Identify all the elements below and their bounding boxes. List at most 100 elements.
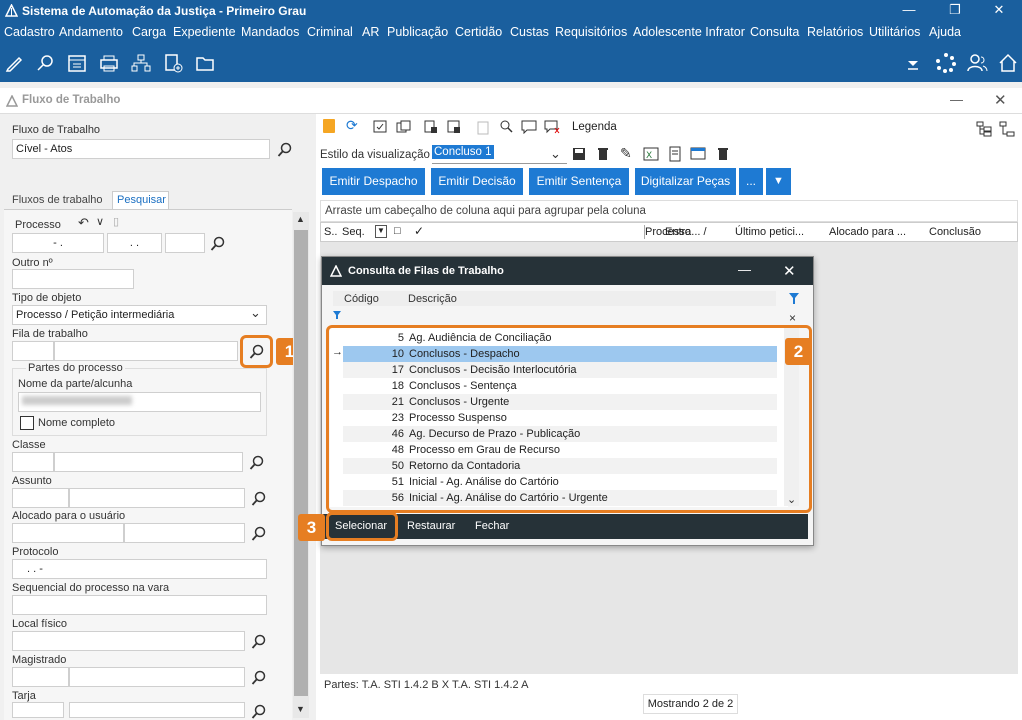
chevron-down-icon[interactable]: ∨: [96, 215, 104, 228]
menu-criminal[interactable]: Criminal: [307, 25, 353, 39]
processo-field-1[interactable]: - .: [12, 233, 104, 253]
magistrado-code-input[interactable]: [12, 667, 69, 687]
emitir-sentenca-button[interactable]: Emitir Sentença: [529, 168, 629, 195]
windows-icon[interactable]: [396, 120, 412, 134]
restore-button[interactable]: ❐: [932, 0, 978, 22]
processo-field-2[interactable]: . .: [107, 233, 162, 253]
classe-desc-input[interactable]: [54, 452, 243, 472]
tipo-select[interactable]: Processo / Petição intermediária: [12, 305, 267, 325]
menu-ajuda[interactable]: Ajuda: [929, 25, 961, 39]
menu-consulta[interactable]: Consulta: [750, 25, 799, 39]
organization-icon[interactable]: [130, 52, 152, 74]
menu-mandados[interactable]: Mandados: [241, 25, 299, 39]
protocolo-input[interactable]: . . -: [12, 559, 267, 579]
processo-field-3[interactable]: [165, 233, 205, 253]
comment-icon[interactable]: [521, 120, 537, 134]
export-icon[interactable]: [690, 146, 706, 162]
fila-desc-input[interactable]: [54, 341, 238, 361]
clipboard-icon[interactable]: ▯: [113, 215, 119, 228]
search-icon[interactable]: [251, 634, 267, 650]
nome-completo-checkbox[interactable]: [20, 416, 34, 430]
alocado-desc-input[interactable]: [124, 523, 245, 543]
tab-fluxos[interactable]: Fluxos de trabalho: [6, 191, 110, 209]
dropdown-button[interactable]: ▼: [766, 168, 791, 195]
tree-view-icon[interactable]: [976, 121, 992, 137]
chevron-down-icon[interactable]: ⌄: [550, 146, 561, 162]
magistrado-desc-input[interactable]: [69, 667, 245, 687]
trash-icon[interactable]: [596, 147, 610, 161]
find-person-icon[interactable]: [498, 119, 514, 135]
menu-utilitarios[interactable]: Utilitários: [869, 25, 920, 39]
menu-requisitorios[interactable]: Requisitórios: [555, 25, 627, 39]
col-ultimo-peticionamento[interactable]: Último petici...: [735, 226, 804, 238]
folder-icon[interactable]: [194, 52, 216, 74]
col-descricao[interactable]: Descrição: [408, 293, 457, 305]
menu-carga[interactable]: Carga: [132, 25, 166, 39]
excel-icon[interactable]: X: [643, 147, 659, 161]
menu-adolescente-infrator[interactable]: Adolescente Infrator: [633, 25, 745, 39]
fechar-button[interactable]: Fechar: [475, 520, 509, 532]
dialog-close-button[interactable]: ✕: [783, 262, 796, 280]
estilo-select[interactable]: Concluso 1: [432, 145, 567, 164]
menu-relatorios[interactable]: Relatórios: [807, 25, 863, 39]
emitir-despacho-button[interactable]: Emitir Despacho: [322, 168, 425, 195]
search-icon[interactable]: [251, 491, 267, 507]
alocado-code-input[interactable]: [12, 523, 124, 543]
tarja-desc-input[interactable]: [69, 702, 245, 718]
search-icon[interactable]: [249, 455, 265, 471]
add-document-icon[interactable]: [162, 52, 184, 74]
panel-close-button[interactable]: ✕: [994, 91, 1007, 109]
emitir-decisao-button[interactable]: Emitir Decisão: [431, 168, 523, 195]
sequencial-input[interactable]: [12, 595, 267, 615]
filter-dropdown-icon[interactable]: ▼: [375, 225, 387, 238]
search-icon[interactable]: [210, 236, 226, 252]
clear-filter-icon[interactable]: ×: [789, 311, 796, 325]
tarja-code-input[interactable]: [12, 702, 64, 718]
menu-expediente[interactable]: Expediente: [173, 25, 236, 39]
scroll-up-icon[interactable]: ▲: [296, 214, 305, 224]
col-alocado[interactable]: Alocado para ...: [829, 226, 906, 238]
nome-input[interactable]: [18, 392, 261, 412]
menu-ar[interactable]: AR: [362, 25, 379, 39]
assunto-code-input[interactable]: [12, 488, 69, 508]
col-entrada[interactable]: Entra... /: [665, 226, 707, 238]
filter-row-icon[interactable]: [332, 310, 342, 320]
delete-icon[interactable]: [716, 147, 730, 161]
minimize-button[interactable]: —: [886, 0, 932, 22]
fila-code-input[interactable]: [12, 341, 54, 361]
col-conclusao[interactable]: Conclusão: [929, 226, 981, 238]
close-window-button[interactable]: ✕: [976, 0, 1022, 22]
copy-lock-icon[interactable]: [423, 119, 439, 135]
panel-minimize-button[interactable]: —: [950, 92, 963, 107]
search-icon[interactable]: [251, 526, 267, 542]
classe-code-input[interactable]: [12, 452, 54, 472]
menu-andamento[interactable]: Andamento: [59, 25, 123, 39]
search-icon[interactable]: [251, 670, 267, 686]
menu-certidao[interactable]: Certidão: [455, 25, 502, 39]
left-scroll-thumb[interactable]: [294, 230, 308, 696]
tab-pesquisar[interactable]: Pesquisar: [112, 191, 169, 209]
search-icon[interactable]: [251, 704, 267, 720]
search-document-icon[interactable]: [35, 52, 57, 74]
menu-publicacao[interactable]: Publicação: [387, 25, 448, 39]
dropdown-arrow-icon[interactable]: [902, 52, 924, 74]
outro-input[interactable]: [12, 269, 134, 289]
restaurar-button[interactable]: Restaurar: [407, 520, 455, 532]
digitalizar-pecas-button[interactable]: Digitalizar Peças: [635, 168, 736, 195]
col-seq[interactable]: Seq.: [342, 226, 365, 238]
menu-custas[interactable]: Custas: [510, 25, 549, 39]
scroll-down-icon[interactable]: ▼: [296, 704, 305, 714]
menu-cadastro[interactable]: Cadastro: [4, 25, 55, 39]
search-icon[interactable]: [277, 142, 293, 158]
search-icon[interactable]: [249, 344, 265, 360]
printer-icon[interactable]: [98, 52, 120, 74]
more-button[interactable]: ...: [739, 168, 763, 195]
group-drop-zone[interactable]: Arraste um cabeçalho de coluna aqui para…: [320, 200, 1018, 222]
save-lock-icon[interactable]: [446, 119, 462, 135]
local-input[interactable]: [12, 631, 245, 651]
calendar-icon[interactable]: [66, 52, 88, 74]
check-window-icon[interactable]: [373, 120, 389, 134]
users-icon[interactable]: [966, 52, 988, 74]
legenda-label[interactable]: Legenda: [572, 121, 617, 133]
tree-view-alt-icon[interactable]: [999, 121, 1015, 137]
